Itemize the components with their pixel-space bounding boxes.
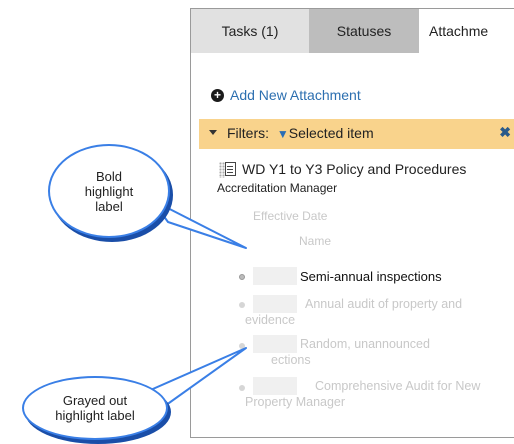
grayed-highlight-callout: Grayed out highlight label xyxy=(22,376,168,440)
callout-text: label xyxy=(95,198,123,214)
bold-highlight-callout: Bold highlight label xyxy=(48,144,170,238)
callout-text: Grayed out xyxy=(62,393,128,408)
callout-text: highlight label xyxy=(55,408,135,423)
callout-text: Bold xyxy=(95,168,123,184)
callout-text: highlight xyxy=(84,183,134,199)
